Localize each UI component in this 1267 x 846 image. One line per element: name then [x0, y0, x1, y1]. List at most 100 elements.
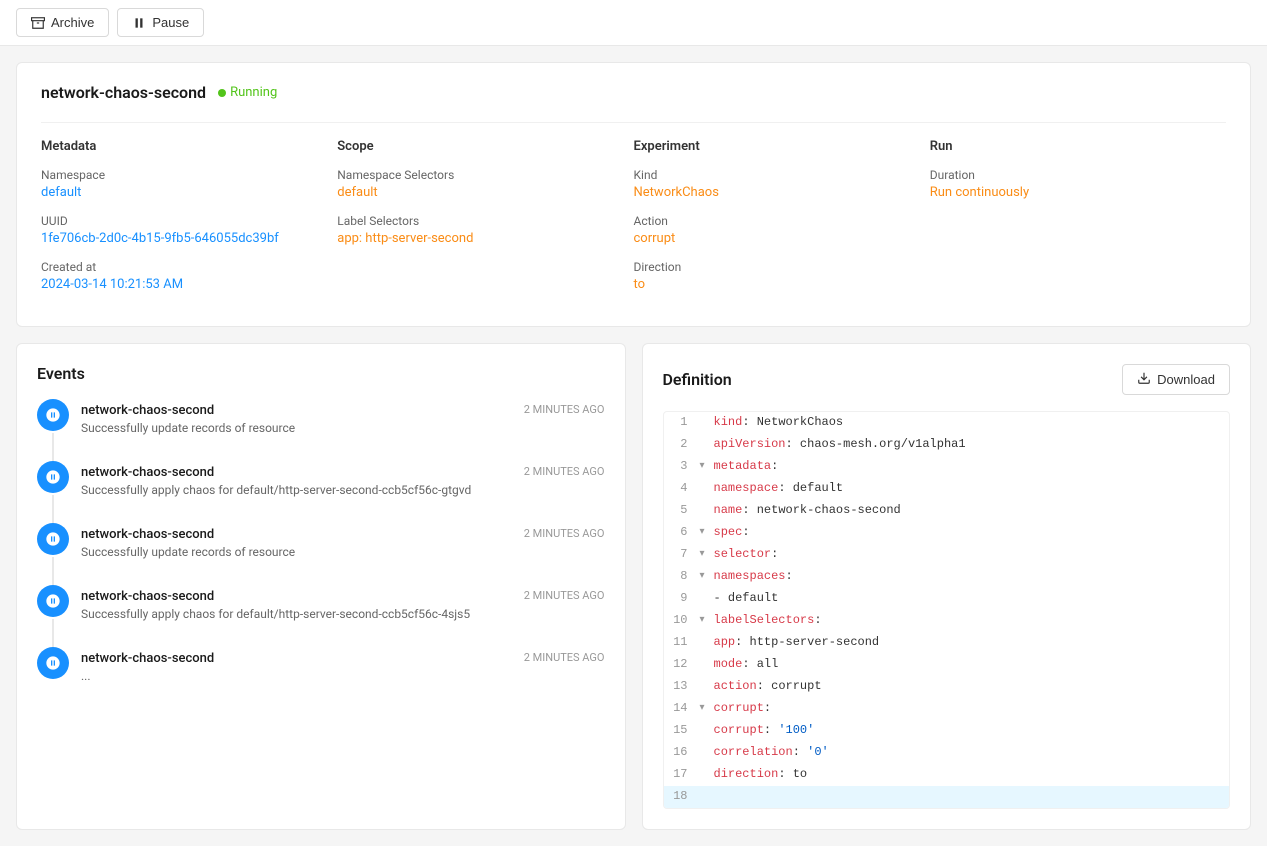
- event-item: network-chaos-second 2 MINUTES AGO Success…: [37, 399, 605, 461]
- uuid-label: UUID: [41, 214, 313, 228]
- toolbar: Archive Pause: [0, 0, 1267, 46]
- download-label: Download: [1157, 372, 1215, 387]
- event-icon: [37, 523, 69, 555]
- namespace-selectors-value: default: [337, 185, 609, 200]
- main-content: network-chaos-second Running Metadata Na…: [0, 46, 1267, 846]
- created-at-row: Created at 2024-03-14 10:21:53 AM: [41, 260, 313, 292]
- archive-button[interactable]: Archive: [16, 8, 109, 37]
- event-item: network-chaos-second 2 MINUTES AGO Success…: [37, 585, 605, 647]
- label-selectors-value: app: http-server-second: [337, 231, 609, 246]
- pause-button[interactable]: Pause: [117, 8, 204, 37]
- line-number: 7: [664, 545, 700, 564]
- event-icon: [37, 647, 69, 679]
- line-number: 3: [664, 457, 700, 476]
- code-line: 3▾metadata:: [664, 456, 1230, 478]
- event-item: network-chaos-second 2 MINUTES AGO Success…: [37, 523, 605, 585]
- events-panel: Events network-chaos-second 2 MINUTES AGO…: [16, 343, 626, 830]
- line-number: 4: [664, 479, 700, 498]
- scope-title: Scope: [337, 139, 609, 154]
- run-title: Run: [930, 139, 1202, 154]
- uuid-value: 1fe706cb-2d0c-4b15-9fb5-646055dc39bf: [41, 231, 313, 246]
- line-number: 17: [664, 765, 700, 784]
- archive-label: Archive: [51, 15, 94, 30]
- line-number: 1: [664, 413, 700, 432]
- direction-label: Direction: [634, 260, 906, 274]
- info-grid: Metadata Namespace default UUID 1fe706cb…: [41, 122, 1226, 306]
- code-line: 9 - default: [664, 588, 1230, 610]
- event-name: network-chaos-second: [81, 589, 214, 604]
- event-name: network-chaos-second: [81, 403, 214, 418]
- code-line: 15 corrupt: '100': [664, 720, 1230, 742]
- code-block: 1kind: NetworkChaos2apiVersion: chaos-me…: [663, 411, 1231, 809]
- code-line: 2apiVersion: chaos-mesh.org/v1alpha1: [664, 434, 1230, 456]
- event-icon: [37, 585, 69, 617]
- event-time: 2 MINUTES AGO: [512, 403, 605, 416]
- events-container[interactable]: network-chaos-second 2 MINUTES AGO Success…: [17, 399, 625, 683]
- direction-value: to: [634, 277, 906, 292]
- download-button[interactable]: Download: [1122, 364, 1230, 395]
- code-line: 11 app: http-server-second: [664, 632, 1230, 654]
- line-number: 13: [664, 677, 700, 696]
- event-description: Successfully apply chaos for default/htt…: [81, 483, 605, 497]
- duration-label: Duration: [930, 168, 1202, 182]
- line-content: name: network-chaos-second: [714, 501, 1230, 520]
- line-content: selector:: [714, 545, 1230, 564]
- line-arrow-icon: ▾: [700, 525, 714, 541]
- line-content: metadata:: [714, 457, 1230, 476]
- code-line: 7▾ selector:: [664, 544, 1230, 566]
- namespace-value: default: [41, 185, 313, 200]
- timeline-line: [52, 619, 54, 647]
- line-number: 14: [664, 699, 700, 718]
- metadata-section: Metadata Namespace default UUID 1fe706cb…: [41, 139, 337, 306]
- timeline-line: [52, 495, 54, 523]
- direction-row: Direction to: [634, 260, 906, 292]
- event-time: 2 MINUTES AGO: [512, 527, 605, 540]
- line-number: 6: [664, 523, 700, 542]
- line-number: 5: [664, 501, 700, 520]
- line-number: 9: [664, 589, 700, 608]
- line-content: corrupt:: [714, 699, 1230, 718]
- kind-row: Kind NetworkChaos: [634, 168, 906, 200]
- event-icon: [37, 399, 69, 431]
- info-card: network-chaos-second Running Metadata Na…: [16, 62, 1251, 327]
- event-time: 2 MINUTES AGO: [512, 589, 605, 602]
- line-content: - default: [714, 589, 1230, 608]
- label-selectors-label: Label Selectors: [337, 214, 609, 228]
- line-content: corrupt: '100': [714, 721, 1230, 740]
- pause-label: Pause: [152, 15, 189, 30]
- line-arrow-icon: ▾: [700, 613, 714, 629]
- code-line: 17 direction: to: [664, 764, 1230, 786]
- line-arrow-icon: ▾: [700, 569, 714, 585]
- experiment-section: Experiment Kind NetworkChaos Action corr…: [634, 139, 930, 306]
- definition-title: Definition: [663, 370, 732, 389]
- experiment-title: Experiment: [634, 139, 906, 154]
- line-number: 15: [664, 721, 700, 740]
- namespace-label: Namespace: [41, 168, 313, 182]
- metadata-title: Metadata: [41, 139, 313, 154]
- code-line: 8▾ namespaces:: [664, 566, 1230, 588]
- line-number: 16: [664, 743, 700, 762]
- line-content: action: corrupt: [714, 677, 1230, 696]
- run-section: Run Duration Run continuously: [930, 139, 1226, 306]
- line-arrow-icon: ▾: [700, 459, 714, 475]
- code-line: 1kind: NetworkChaos: [664, 412, 1230, 434]
- line-number: 18: [664, 787, 700, 806]
- line-content: direction: to: [714, 765, 1230, 784]
- download-icon: [1137, 371, 1151, 388]
- namespace-selectors-row: Namespace Selectors default: [337, 168, 609, 200]
- code-line: 14▾ corrupt:: [664, 698, 1230, 720]
- line-content: namespace: default: [714, 479, 1230, 498]
- line-content: app: http-server-second: [714, 633, 1230, 652]
- events-title: Events: [17, 364, 625, 399]
- event-description: Successfully update records of resource: [81, 545, 605, 559]
- kind-label: Kind: [634, 168, 906, 182]
- code-line: 6▾spec:: [664, 522, 1230, 544]
- code-line: 4 namespace: default: [664, 478, 1230, 500]
- line-content: apiVersion: chaos-mesh.org/v1alpha1: [714, 435, 1230, 454]
- event-name: network-chaos-second: [81, 527, 214, 542]
- line-number: 10: [664, 611, 700, 630]
- event-name: network-chaos-second: [81, 465, 214, 480]
- code-line: 16 correlation: '0': [664, 742, 1230, 764]
- event-description: Successfully update records of resource: [81, 421, 605, 435]
- event-description: Successfully apply chaos for default/htt…: [81, 607, 605, 621]
